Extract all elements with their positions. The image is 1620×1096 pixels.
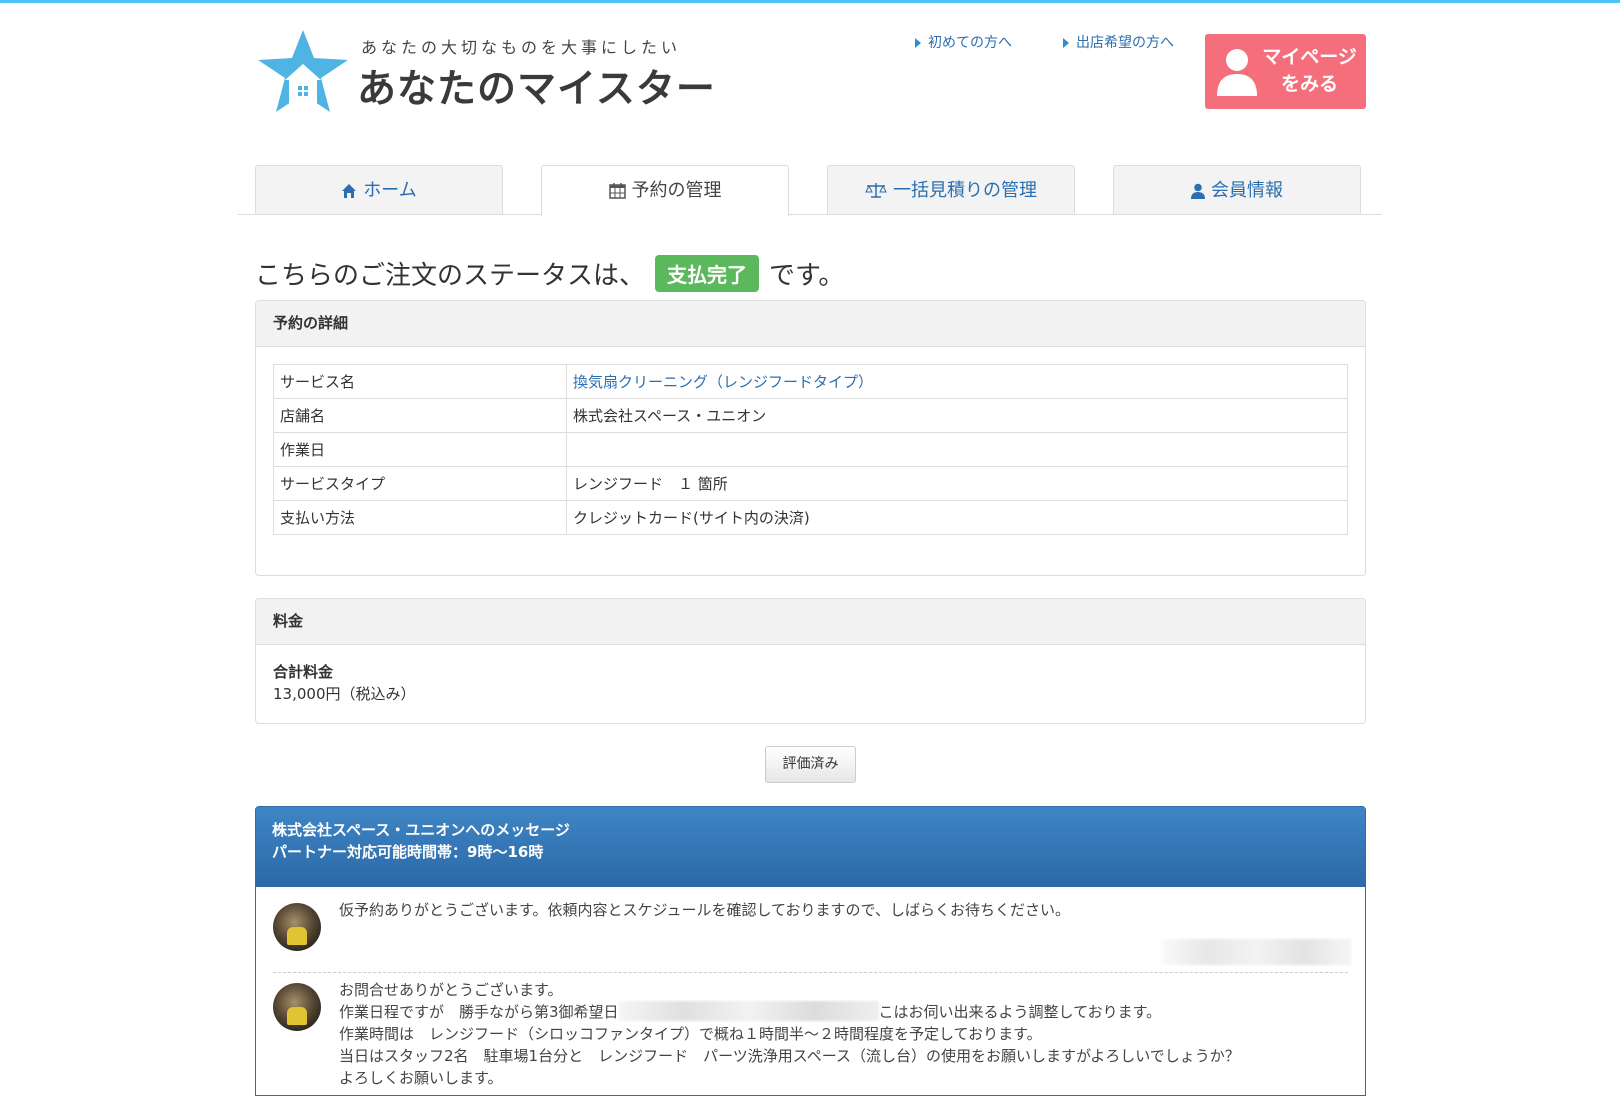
site-tagline: あなたの大切なものを大事にしたい — [361, 38, 682, 57]
row-value: クレジットカード(サイト内の決済) — [566, 500, 1348, 535]
user-icon — [1191, 183, 1205, 199]
row-label: 作業日 — [273, 432, 567, 467]
message-header: 株式会社スペース・ユニオンへのメッセージ パートナー対応可能時間帯：9時〜16時 — [256, 807, 1365, 887]
fee-panel: 料金 合計料金 13,000円（税込み） — [255, 598, 1366, 724]
table-row: 支払い方法 クレジットカード(サイト内の決済) — [273, 500, 1348, 535]
tab-home[interactable]: ホーム — [255, 165, 503, 214]
arrow-right-icon — [1063, 38, 1069, 48]
shop-owner-link[interactable]: 出店希望の方へ — [1063, 32, 1193, 54]
row-label: 店舗名 — [273, 398, 567, 433]
tab-bulk-estimates[interactable]: 一括見積りの管理 — [827, 165, 1075, 214]
mypage-button[interactable]: マイページ をみる — [1205, 34, 1366, 109]
table-row: サービス名 換気扇クリーニング（レンジフードタイプ） — [273, 364, 1348, 399]
tab-reservations[interactable]: 予約の管理 — [541, 165, 789, 216]
row-value: レンジフード １ 箇所 — [566, 466, 1348, 501]
table-row: 店舗名 株式会社スペース・ユニオン — [273, 398, 1348, 433]
service-name-link[interactable]: 換気扇クリーニング（レンジフードタイプ） — [573, 373, 873, 391]
redacted-date — [618, 1001, 879, 1021]
message-item: 仮予約ありがとうございます。依頼内容とスケジュールを確認しておりますので、しばら… — [339, 901, 1070, 919]
tab-member-info[interactable]: 会員情報 — [1113, 165, 1361, 214]
site-logo[interactable]: あなたの大切なものを大事にしたい あなたのマイスター — [255, 28, 715, 118]
message-title: 株式会社スペース・ユニオンへのメッセージ — [272, 821, 570, 839]
row-value: 株式会社スペース・ユニオン — [566, 398, 1348, 433]
row-label: サービスタイプ — [273, 466, 567, 501]
message-divider — [273, 972, 1348, 973]
mypage-label-line2: をみる — [1280, 73, 1338, 95]
row-label: サービス名 — [273, 364, 567, 399]
reviewed-button[interactable]: 評価済み — [765, 746, 856, 783]
panel-heading: 料金 — [256, 599, 1365, 645]
reservation-details-panel: 予約の詳細 サービス名 換気扇クリーニング（レンジフードタイプ） 店舗名 株式会… — [255, 300, 1366, 576]
details-table: サービス名 換気扇クリーニング（レンジフードタイプ） 店舗名 株式会社スペース・… — [273, 364, 1348, 535]
avatar — [273, 903, 321, 951]
table-row: 作業日 — [273, 432, 1348, 467]
total-fee-value: 13,000円（税込み） — [273, 685, 416, 703]
calendar-icon — [608, 183, 626, 199]
row-label: 支払い方法 — [273, 500, 567, 535]
mypage-label-line1: マイページ — [1262, 46, 1357, 68]
first-time-link[interactable]: 初めての方へ — [915, 32, 1012, 54]
user-avatar-icon — [1217, 49, 1257, 96]
site-name: あなたのマイスター — [357, 67, 716, 112]
star-house-icon — [258, 30, 348, 112]
top-accent-line — [0, 0, 1620, 3]
arrow-right-icon — [915, 38, 921, 48]
row-value — [566, 432, 1348, 467]
order-status: こちらのご注文のステータスは、 支払完了 です。 — [255, 255, 844, 292]
scale-icon — [865, 183, 887, 198]
message-item: お問合せありがとうございます。 作業日程ですが 勝手ながら第3御希望日 こはお伺い… — [339, 981, 1240, 1087]
avatar — [273, 983, 321, 1031]
panel-heading: 予約の詳細 — [256, 301, 1365, 347]
message-panel: 株式会社スペース・ユニオンへのメッセージ パートナー対応可能時間帯：9時〜16時… — [255, 806, 1366, 1096]
redacted-timestamp — [1161, 939, 1351, 965]
table-row: サービスタイプ レンジフード １ 箇所 — [273, 466, 1348, 501]
total-fee-label: 合計料金 — [273, 663, 334, 681]
partner-hours: パートナー対応可能時間帯：9時〜16時 — [272, 843, 544, 861]
home-icon — [342, 184, 357, 198]
status-badge: 支払完了 — [655, 255, 760, 292]
